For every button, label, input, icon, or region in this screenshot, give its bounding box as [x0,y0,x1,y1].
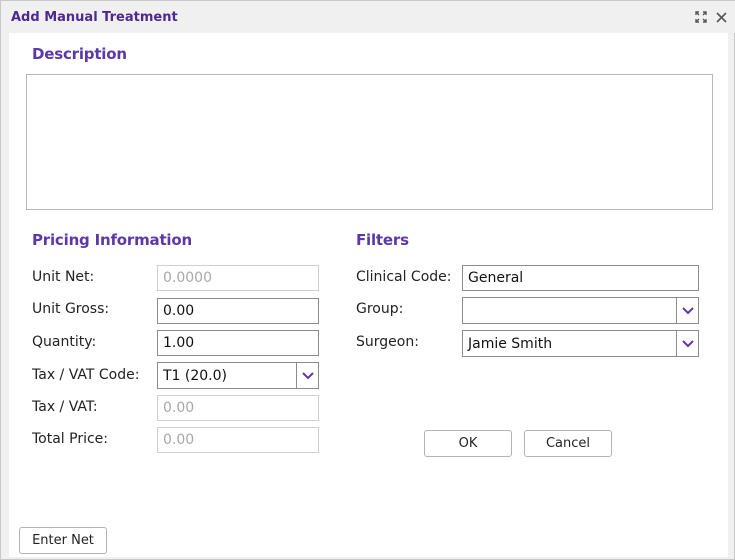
unit-gross-label: Unit Gross: [32,301,110,317]
total-price-label: Total Price: [32,431,109,447]
tax-vat-field: 0.00 [157,395,319,421]
tax-code-value: T1 (20.0) [163,368,228,384]
close-icon[interactable] [713,9,729,25]
chevron-down-icon[interactable] [296,363,318,388]
total-price-field: 0.00 [157,427,319,453]
clinical-code-label: Clinical Code: [356,269,452,285]
unit-gross-field[interactable]: 0.00 [157,298,319,324]
surgeon-value: Jamie Smith [468,336,553,352]
dialog-title: Add Manual Treatment [11,10,178,25]
filters-heading: Filters [356,231,409,249]
quantity-label: Quantity: [32,334,97,350]
add-manual-treatment-dialog: Add Manual Treatment Description Pricing… [0,0,735,560]
chevron-down-icon[interactable] [676,331,698,356]
maximize-icon[interactable] [693,9,709,25]
unit-net-label: Unit Net: [32,269,95,285]
group-value [463,298,676,323]
surgeon-label: Surgeon: [356,334,419,350]
group-label: Group: [356,301,404,317]
enter-net-button[interactable]: Enter Net [19,527,107,554]
ok-button[interactable]: OK [424,430,512,457]
description-textarea[interactable] [26,74,713,210]
clinical-code-field[interactable]: General [462,265,699,291]
tax-code-label: Tax / VAT Code: [32,367,140,383]
tax-vat-label: Tax / VAT: [32,399,98,415]
pricing-heading: Pricing Information [32,231,192,249]
quantity-field[interactable]: 1.00 [157,330,319,356]
description-heading: Description [32,45,127,63]
surgeon-select[interactable]: Jamie Smith [462,330,699,357]
group-select[interactable] [462,297,699,324]
dialog-content: Description Pricing Information Unit Net… [9,33,728,557]
tax-code-select[interactable]: T1 (20.0) [157,362,319,389]
unit-net-field: 0.0000 [157,265,319,291]
chevron-down-icon[interactable] [676,298,698,323]
cancel-button[interactable]: Cancel [524,430,612,457]
title-bar: Add Manual Treatment [1,1,735,33]
